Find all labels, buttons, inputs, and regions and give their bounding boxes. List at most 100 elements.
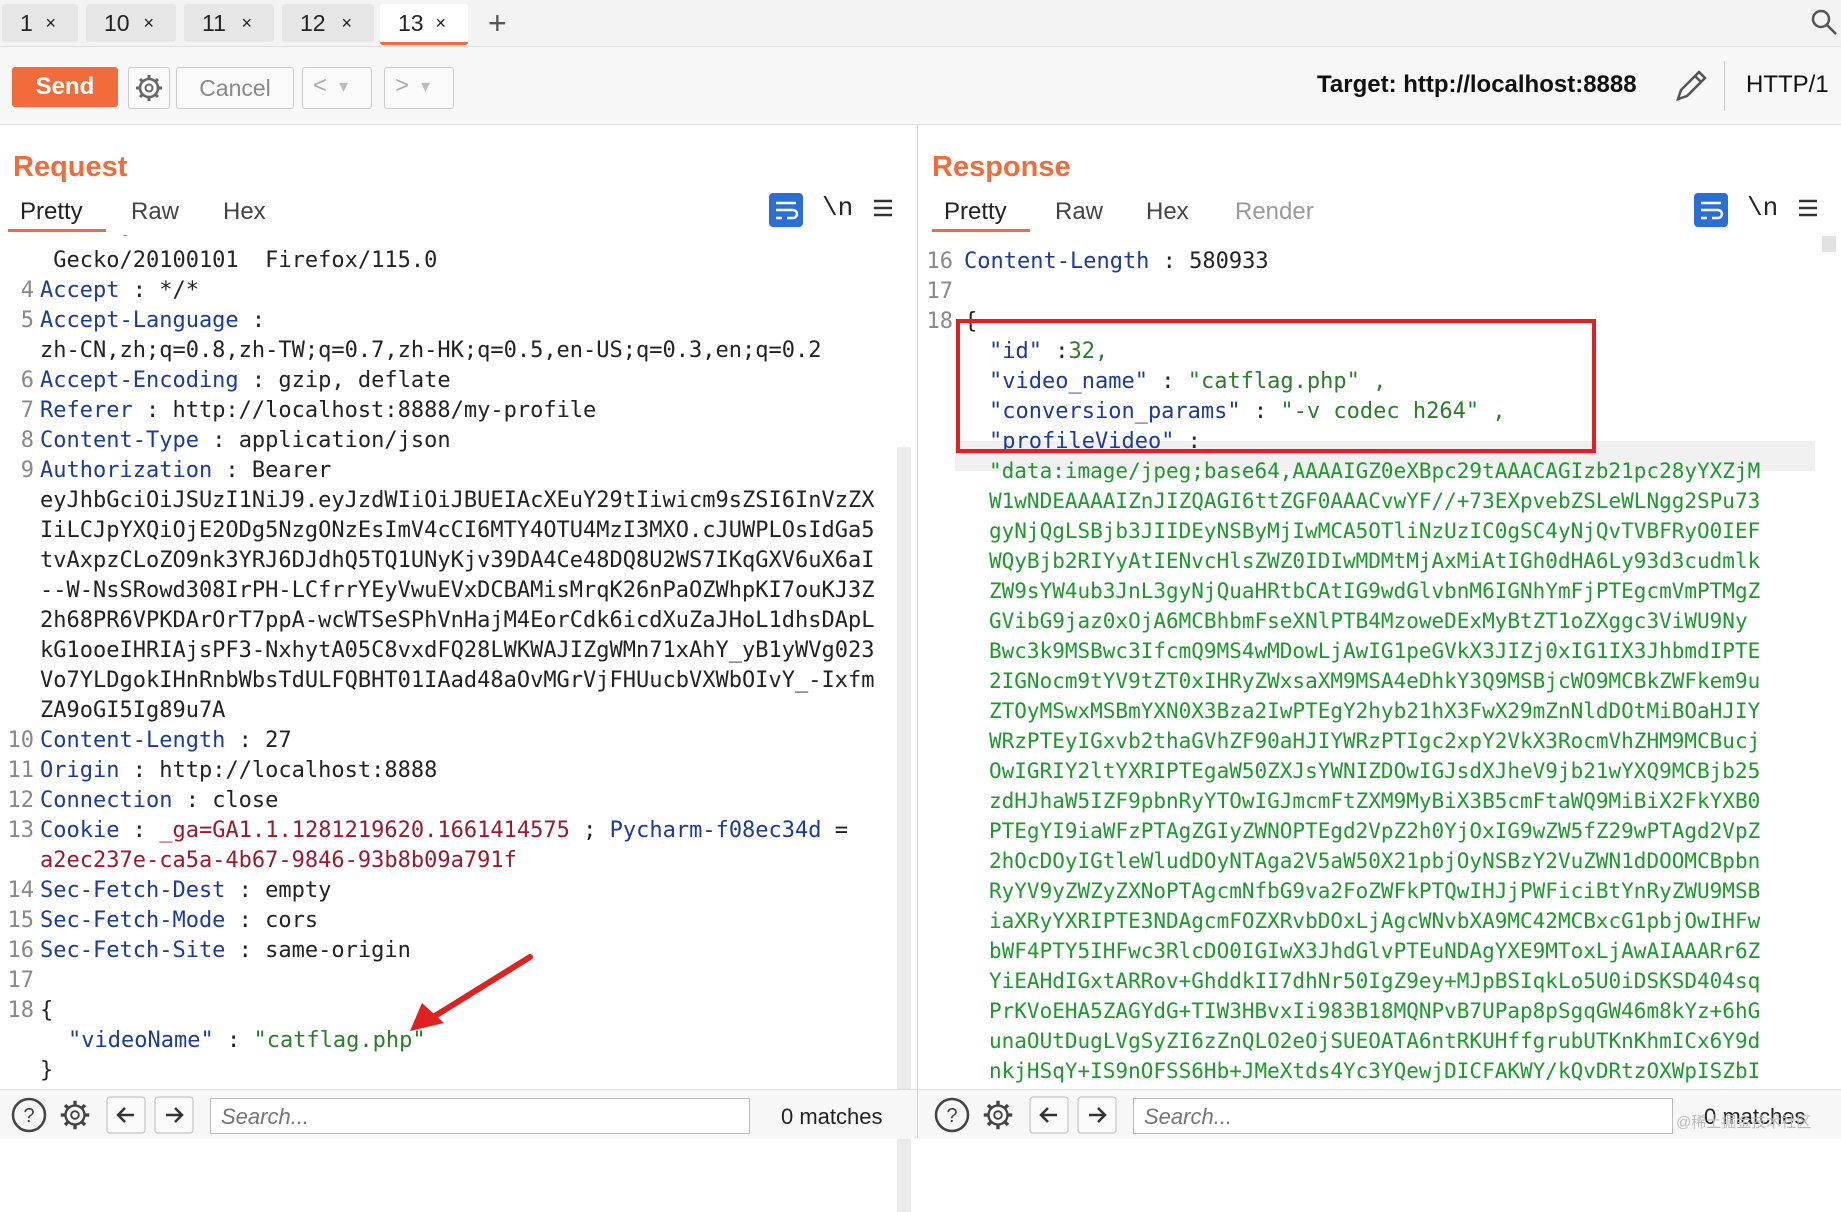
- base64-data-line: WQyBjb2RIYyAtIENvcHlsZWZ0IDIwMDMtMjAxMiA…: [989, 549, 1761, 573]
- base64-data-line: OwIGRIY2ltYXRIPTEgaW50ZXJsYWNIZDOwIGJsdX…: [989, 759, 1761, 783]
- wrap-icon[interactable]: [769, 193, 803, 227]
- tab-pretty[interactable]: Pretty: [20, 198, 83, 226]
- forward-arrow-icon[interactable]: [154, 1096, 194, 1134]
- tab-pretty[interactable]: Pretty: [944, 198, 1007, 226]
- newline-toggle[interactable]: \n: [1747, 193, 1778, 223]
- tab-render[interactable]: Render: [1235, 198, 1314, 226]
- menu-icon[interactable]: [1797, 197, 1819, 219]
- request-line: IiLCJpYXQiOjE2ODg5NzgONzEsImV4cCI6MTY4OT…: [40, 518, 874, 543]
- request-line: --W-NsSRowd308IrPH-LCfrrYEyVwuEVxDCBAMis…: [40, 578, 874, 603]
- wrap-icon[interactable]: [1694, 193, 1728, 227]
- search-icon[interactable]: [1810, 8, 1838, 36]
- line-text: : http://localhost:8888: [119, 758, 438, 783]
- line-text: : application/json: [198, 428, 451, 453]
- gear-icon[interactable]: [56, 1096, 94, 1134]
- request-line: Content-Length : 27: [40, 728, 292, 753]
- help-icon[interactable]: ?: [933, 1096, 971, 1134]
- line-number: 15: [7, 908, 35, 933]
- tab-raw[interactable]: Raw: [131, 198, 179, 226]
- scrollbar[interactable]: [1822, 236, 1836, 252]
- back-dropdown-icon[interactable]: ▾: [339, 76, 348, 97]
- base64-data-line: zdHJhaW5IZF9pbnRyYTOwIGJmcmFtZXM9MyBiX3B…: [989, 789, 1761, 813]
- tab-hex[interactable]: Hex: [223, 198, 266, 226]
- back-arrow-icon[interactable]: <: [313, 72, 327, 100]
- cancel-button[interactable]: Cancel: [176, 67, 294, 109]
- add-tab-button[interactable]: +: [488, 4, 507, 42]
- tab-12[interactable]: 12 ×: [282, 4, 374, 42]
- base64-data-line: WRzPTEyIGxvb2thaGVhZF90aHJIYWRzPTIgc2xpY…: [989, 729, 1761, 753]
- request-line: }: [40, 1058, 53, 1083]
- tab-10[interactable]: 10 ×: [86, 4, 176, 42]
- line-text: }: [40, 1058, 54, 1083]
- back-arrow-icon[interactable]: [1029, 1096, 1069, 1134]
- header-key: Accept-Language: [40, 308, 239, 333]
- back-arrow-icon[interactable]: [106, 1096, 146, 1134]
- json-sep: :: [213, 1028, 254, 1053]
- close-icon[interactable]: ×: [143, 4, 154, 42]
- forward-nav-group[interactable]: > ▾: [384, 67, 454, 109]
- header-key: Sec-Fetch-Site: [40, 938, 226, 963]
- tab-1[interactable]: 1 ×: [2, 4, 78, 42]
- base64-data-line: RyYV9yZWZyZXNoPTAgcmNfbG9va2FoZWFkPTQwIH…: [989, 879, 1761, 903]
- send-button[interactable]: Send: [12, 67, 118, 107]
- header-key: Cookie: [40, 818, 120, 843]
- forward-arrow-icon[interactable]: [1077, 1096, 1117, 1134]
- newline-toggle[interactable]: \n: [822, 193, 853, 223]
- http-version[interactable]: HTTP/1: [1746, 71, 1829, 99]
- forward-arrow-icon[interactable]: >: [395, 72, 409, 100]
- base64-data-line: bWF4PTY5IHFwc3RlcDO0IGIwX3JhdGlvPTEuNDAg…: [989, 939, 1761, 963]
- close-icon[interactable]: ×: [241, 4, 252, 42]
- close-icon[interactable]: ×: [341, 4, 352, 42]
- tab-11[interactable]: 11 ×: [184, 4, 274, 42]
- search-input[interactable]: [219, 1101, 740, 1133]
- base64-data-line: gyNjQgLSBjb3JIIDEyNSByMjIwMCA5OTliNzUzIC…: [989, 519, 1761, 543]
- gear-icon[interactable]: [979, 1096, 1017, 1134]
- line-number: 11: [7, 758, 35, 783]
- request-line: Accept-Language :: [40, 308, 265, 333]
- line-number: 4: [20, 278, 34, 303]
- request-line: eyJhbGciOiJSUzI1NiJ9.eyJzdWIiOiJBUEIAcXE…: [40, 488, 874, 513]
- search-input[interactable]: [1142, 1101, 1663, 1133]
- cookie-eq: =: [821, 818, 849, 843]
- forward-dropdown-icon[interactable]: ▾: [421, 76, 430, 97]
- close-icon[interactable]: ×: [45, 4, 56, 42]
- line-number: 17: [7, 968, 35, 993]
- line-text: Gecko/20100101 Firefox/115.0: [40, 248, 438, 273]
- base64-data-line: 2hOcDOyIGtleWludDOyNTAga2V5aW50X21pbjOyN…: [989, 849, 1761, 873]
- line-text: 2h68PR6VPKDArOrT7ppA-wcWTSeSPhVnHajM4Eor…: [40, 608, 875, 633]
- line-text: Vo7YLDgokIHnRnbWbsTdULFQBHT01IAad48aOvMG…: [40, 668, 875, 693]
- cookie-name: Pycharm-f08ec34d: [609, 818, 822, 843]
- header-key: Sec-Fetch-Dest: [40, 878, 226, 903]
- header-key: Connection: [40, 788, 173, 813]
- tab-hex[interactable]: Hex: [1146, 198, 1189, 226]
- line-text: : empty: [225, 878, 332, 903]
- line-text: : same-origin: [225, 938, 411, 963]
- base64-data-line: Bwc3k9MSBwc3IfcmQ9MS4wMDowLjAwIG1peGVkX3…: [989, 639, 1761, 663]
- request-line: Gecko/20100101 Firefox/115.0: [40, 248, 437, 273]
- request-line: Cookie : _ga=GA1.1.1281219620.1661414575…: [40, 818, 848, 843]
- search-field[interactable]: [210, 1098, 750, 1134]
- request-line: tvAxpzCLoZO9nk3YRJ6DJdhQ5TQ1UNyKjv39DA4C…: [40, 548, 874, 573]
- menu-icon[interactable]: [872, 197, 894, 219]
- request-line: Sec-Fetch-Dest : empty: [40, 878, 331, 903]
- response-pane: Response Pretty Raw Hex Render \n 16 Con…: [919, 125, 1841, 1138]
- line-number: 7: [20, 398, 34, 423]
- tab-13[interactable]: 13 ×: [380, 4, 468, 45]
- back-nav-group[interactable]: < ▾: [302, 67, 372, 109]
- base64-data-line: unaOUtDugLVgSyZI6zZnQLO2eOjSUEOATA6ntRKU…: [989, 1029, 1761, 1053]
- line-number: 8: [20, 428, 34, 453]
- divider: [1724, 61, 1725, 111]
- line-text: IiLCJpYXQiOjE2ODg5NzgONzEsImV4cCI6MTY4OT…: [40, 518, 875, 543]
- request-line: Sec-Fetch-Site : same-origin: [40, 938, 411, 963]
- pencil-icon[interactable]: [1672, 65, 1712, 105]
- settings-button[interactable]: [128, 67, 170, 109]
- search-field[interactable]: [1133, 1098, 1673, 1134]
- base64-data-line: GVibG9jaz0xOjA6MCBhbmFseXNlPTB4MzoweDExM…: [989, 609, 1748, 633]
- line-text: : */*: [119, 278, 199, 303]
- highlight-box-annotation: [956, 319, 1596, 453]
- close-icon[interactable]: ×: [435, 4, 446, 42]
- request-line: Vo7YLDgokIHnRnbWbsTdULFQBHT01IAad48aOvMG…: [40, 668, 874, 693]
- help-icon[interactable]: ?: [10, 1096, 48, 1134]
- tab-raw[interactable]: Raw: [1055, 198, 1103, 226]
- request-line: zh-CN,zh;q=0.8,zh-TW;q=0.7,zh-HK;q=0.5,e…: [40, 338, 821, 363]
